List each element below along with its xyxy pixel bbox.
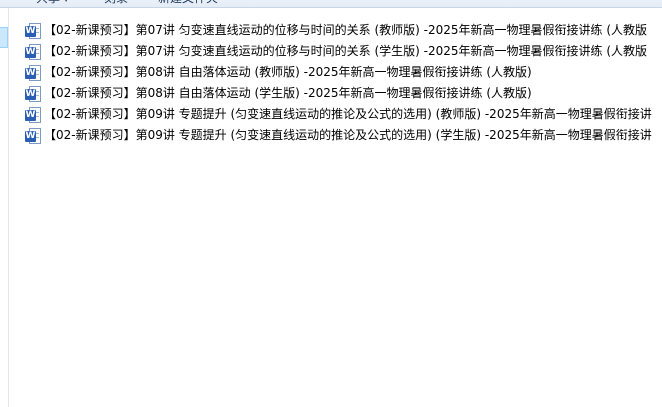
file-name: 【02-新课预习】第07讲 匀变速直线运动的位移与时间的关系 (教师版) -20… (44, 23, 648, 37)
word-doc-icon: W (25, 22, 41, 39)
file-row[interactable]: W 【02-新课预习】第09讲 专题提升 (匀变速直线运动的推论及公式的选用) … (20, 104, 662, 125)
file-list: W 【02-新课预习】第07讲 匀变速直线运动的位移与时间的关系 (教师版) -… (20, 20, 662, 146)
word-doc-icon: W (25, 127, 41, 144)
explorer-window: 共享▼ 刻录 新建文件夹 W 【02-新课预习】第07讲 匀变速直线运动的位移与… (0, 0, 662, 407)
file-row[interactable]: W 【02-新课预习】第08讲 自由落体运动 (教师版) -2025年新高一物理… (20, 62, 662, 83)
new-folder-button[interactable]: 新建文件夹 (158, 0, 218, 8)
toolbar: 共享▼ 刻录 新建文件夹 (0, 0, 662, 8)
file-row[interactable]: W 【02-新课预习】第07讲 匀变速直线运动的位移与时间的关系 (学生版) -… (20, 41, 662, 62)
file-name: 【02-新课预习】第09讲 专题提升 (匀变速直线运动的推论及公式的选用) (教… (44, 107, 652, 121)
file-row[interactable]: W 【02-新课预习】第08讲 自由落体运动 (学生版) -2025年新高一物理… (20, 83, 662, 104)
burn-button[interactable]: 刻录 (104, 0, 128, 8)
file-name: 【02-新课预习】第07讲 匀变速直线运动的位移与时间的关系 (学生版) -20… (44, 44, 648, 58)
file-name: 【02-新课预习】第08讲 自由落体运动 (教师版) -2025年新高一物理暑假… (44, 65, 532, 79)
word-doc-icon: W (25, 106, 41, 123)
word-doc-icon: W (25, 43, 41, 60)
share-button[interactable]: 共享▼ (36, 0, 69, 8)
navigation-pane[interactable] (0, 8, 9, 407)
file-name: 【02-新课预习】第09讲 专题提升 (匀变速直线运动的推论及公式的选用) (学… (44, 128, 652, 142)
file-row[interactable]: W 【02-新课预习】第07讲 匀变速直线运动的位移与时间的关系 (教师版) -… (20, 20, 662, 41)
file-row[interactable]: W 【02-新课预习】第09讲 专题提升 (匀变速直线运动的推论及公式的选用) … (20, 125, 662, 146)
file-name: 【02-新课预习】第08讲 自由落体运动 (学生版) -2025年新高一物理暑假… (44, 86, 532, 100)
word-doc-icon: W (25, 85, 41, 102)
chevron-down-icon: ▼ (63, 0, 69, 9)
nav-item-selected[interactable] (0, 27, 8, 48)
share-button-label: 共享 (36, 0, 60, 5)
word-doc-icon: W (25, 64, 41, 81)
